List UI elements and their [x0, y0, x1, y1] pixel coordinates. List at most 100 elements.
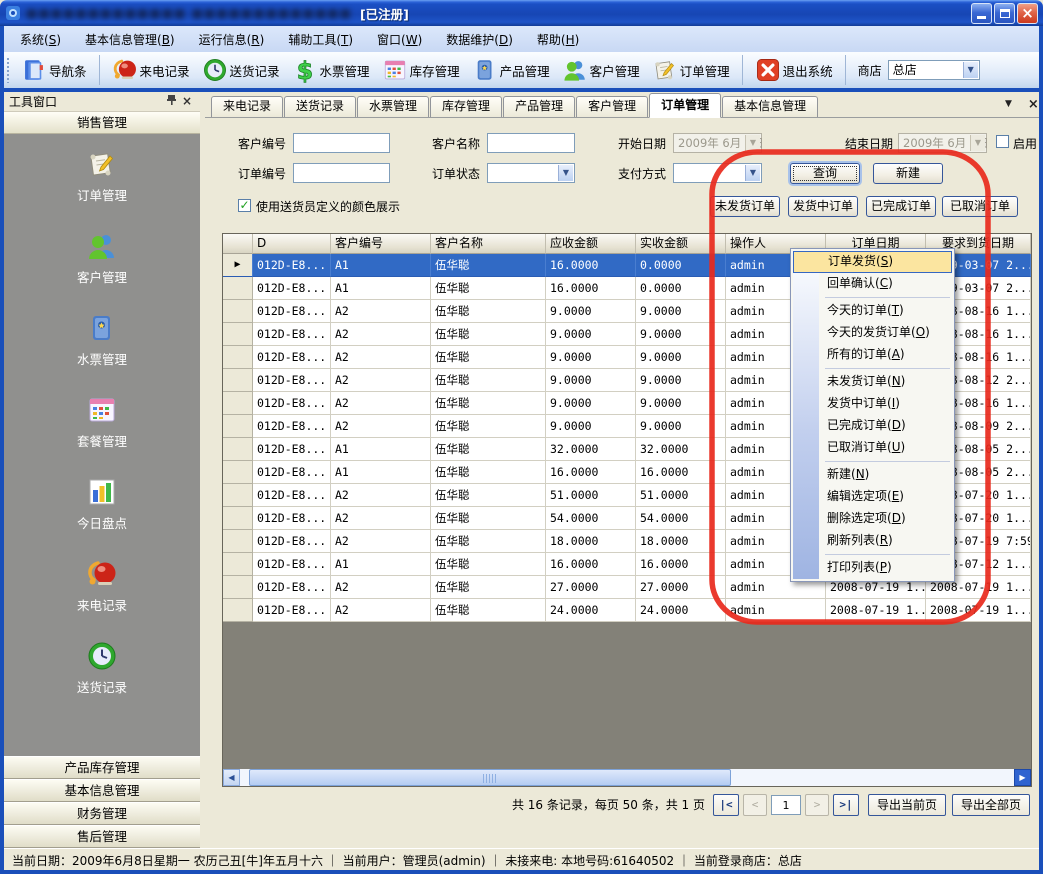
context-menu-item[interactable]: 删除选定项(D): [793, 508, 952, 530]
column-header-customer-name[interactable]: 客户名称: [431, 234, 546, 254]
row-selector-cell[interactable]: ▶: [223, 392, 253, 415]
filter-unshipped-button[interactable]: 未发货订单: [710, 196, 780, 217]
row-selector-cell[interactable]: ▶: [223, 484, 253, 507]
toolbar-button[interactable]: 订单管理: [646, 55, 743, 85]
row-selector-cell[interactable]: ▶: [223, 369, 253, 392]
export-all-pages-button[interactable]: 导出全部页: [952, 794, 1030, 816]
row-selector-cell[interactable]: ▶: [223, 553, 253, 576]
page-number-input[interactable]: [771, 795, 801, 815]
sidebar-item[interactable]: 送货记录: [4, 640, 200, 696]
scroll-right-icon[interactable]: ▶: [1014, 769, 1031, 786]
context-menu-item[interactable]: 编辑选定项(E): [793, 486, 952, 508]
pin-icon[interactable]: [163, 94, 179, 110]
column-header-id[interactable]: D: [253, 234, 331, 254]
sidebar-group-button[interactable]: 售后管理: [4, 825, 200, 848]
end-date-picker[interactable]: 2009年 6月 8日 ▼: [898, 133, 987, 153]
context-menu-item[interactable]: 刷新列表(R): [793, 530, 952, 552]
toolbar-button[interactable]: 客户管理: [556, 55, 646, 85]
color-display-checkbox[interactable]: ✓: [238, 199, 251, 212]
row-selector-cell[interactable]: ▶: [223, 346, 253, 369]
context-menu-item[interactable]: 今天的订单(T): [793, 300, 952, 322]
context-menu-item[interactable]: 今天的发货订单(O): [793, 322, 952, 344]
shop-select[interactable]: 总店 ▼: [888, 60, 980, 80]
sidebar-item[interactable]: 订单管理: [4, 148, 200, 204]
toolbar-button[interactable]: 送货记录: [196, 55, 286, 85]
menubar-item[interactable]: 基本信息管理(B): [73, 28, 187, 51]
query-button[interactable]: 查询: [790, 163, 860, 184]
menubar-item[interactable]: 运行信息(R): [187, 28, 277, 51]
row-selector-cell[interactable]: ▶: [223, 599, 253, 622]
row-selector-cell[interactable]: ▶: [223, 323, 253, 346]
tab[interactable]: 产品管理: [503, 96, 575, 117]
context-menu-item[interactable]: 未发货订单(N): [793, 371, 952, 393]
context-menu-item[interactable]: 已取消订单(U): [793, 437, 952, 459]
toolbar-button[interactable]: 产品管理: [466, 55, 556, 85]
pay-method-select[interactable]: ▼: [673, 163, 762, 183]
context-menu-item[interactable]: 新建(N): [793, 464, 952, 486]
row-selector-cell[interactable]: ▶: [223, 300, 253, 323]
context-menu-item[interactable]: 订单发货(S): [793, 251, 952, 273]
first-page-button[interactable]: |<: [713, 794, 739, 816]
filter-completed-button[interactable]: 已完成订单: [866, 196, 936, 217]
context-menu-item[interactable]: 打印列表(P): [793, 557, 952, 579]
sidebar-group-button[interactable]: 基本信息管理: [4, 779, 200, 802]
next-page-button[interactable]: >: [805, 794, 829, 816]
customer-no-input[interactable]: [293, 133, 390, 153]
tab[interactable]: 来电记录: [211, 96, 283, 117]
filter-cancelled-button[interactable]: 已取消订单: [942, 196, 1018, 217]
row-selector-cell[interactable]: ▶: [223, 438, 253, 461]
context-menu-item[interactable]: 已完成订单(D): [793, 415, 952, 437]
tab[interactable]: 送货记录: [284, 96, 356, 117]
order-no-input[interactable]: [293, 163, 390, 183]
menubar-item[interactable]: 数据维护(D): [434, 28, 525, 51]
filter-shipping-button[interactable]: 发货中订单: [788, 196, 858, 217]
menubar-item[interactable]: 帮助(H): [525, 28, 591, 51]
toolbar-button[interactable]: 来电记录: [106, 55, 196, 85]
toolbar-grip[interactable]: [6, 57, 11, 83]
horizontal-scrollbar[interactable]: ◀ ▶: [223, 769, 1031, 786]
row-selector-cell[interactable]: ▶: [223, 277, 253, 300]
row-selector-cell[interactable]: ▶: [223, 461, 253, 484]
row-selector-cell[interactable]: ▶: [223, 507, 253, 530]
table-row[interactable]: ▶ 012D-E8... A2 伍华聪 24.0000 24.0000 admi…: [223, 599, 1031, 622]
toolbar-button[interactable]: 导航条: [15, 55, 100, 85]
context-menu-item[interactable]: 发货中订单(I): [793, 393, 952, 415]
export-current-page-button[interactable]: 导出当前页: [868, 794, 946, 816]
menubar-item[interactable]: 系统(S): [8, 28, 73, 51]
row-selector-cell[interactable]: ▶: [223, 530, 253, 553]
sidebar-item[interactable]: 来电记录: [4, 558, 200, 614]
tab[interactable]: 水票管理: [357, 96, 429, 117]
start-date-picker[interactable]: 2009年 6月 8日 ▼: [673, 133, 762, 153]
menubar-item[interactable]: 辅助工具(T): [276, 28, 365, 51]
enable-date-checkbox[interactable]: [996, 135, 1009, 148]
row-selector-cell[interactable]: ▶: [223, 415, 253, 438]
last-page-button[interactable]: >|: [833, 794, 859, 816]
tab-list-dropdown-icon[interactable]: ▼: [1005, 99, 1012, 111]
toolbar-button[interactable]: 退出系统: [749, 55, 846, 85]
column-header-receivable[interactable]: 应收金额: [546, 234, 636, 254]
tab-close-icon[interactable]: ×: [1028, 99, 1039, 111]
sidebar-item[interactable]: 今日盘点: [4, 476, 200, 532]
customer-name-input[interactable]: [487, 133, 575, 153]
tab[interactable]: 库存管理: [430, 96, 502, 117]
sidebar-item[interactable]: 水票管理: [4, 312, 200, 368]
sidebar-group-button[interactable]: 产品库存管理: [4, 756, 200, 779]
scrollbar-thumb[interactable]: [249, 769, 731, 786]
tab[interactable]: 订单管理: [649, 93, 721, 118]
column-header-received[interactable]: 实收金额: [636, 234, 726, 254]
maximize-button[interactable]: [994, 3, 1015, 24]
column-header-selector[interactable]: [223, 234, 253, 254]
toolbar-button[interactable]: 库存管理: [376, 55, 466, 85]
tool-window-close-icon[interactable]: ×: [179, 94, 195, 110]
sidebar-item[interactable]: 客户管理: [4, 230, 200, 286]
context-menu-item[interactable]: 所有的订单(A): [793, 344, 952, 366]
tab[interactable]: 客户管理: [576, 96, 648, 117]
column-header-customer-no[interactable]: 客户编号: [331, 234, 431, 254]
sidebar-group-sales[interactable]: 销售管理: [4, 112, 200, 134]
context-menu-item[interactable]: 回单确认(C): [793, 273, 952, 295]
close-button[interactable]: ×: [1017, 3, 1038, 24]
new-button[interactable]: 新建: [873, 163, 943, 184]
sidebar-item[interactable]: 套餐管理: [4, 394, 200, 450]
chevron-down-icon[interactable]: ▼: [963, 62, 978, 78]
minimize-button[interactable]: [971, 3, 992, 24]
